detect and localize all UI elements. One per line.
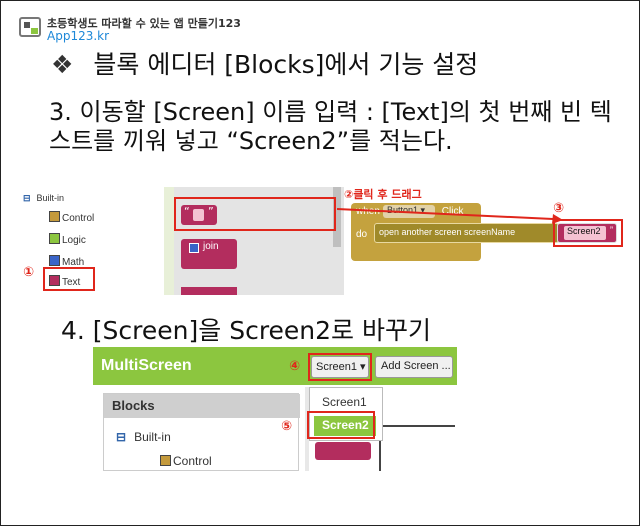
screen2-highlight-box: [553, 219, 623, 247]
slide: 초등학생도 따라할 수 있는 앱 만들기123 App123.kr ❖ 블록 에…: [0, 0, 640, 526]
tree-root-builtin[interactable]: ⊟ Built-in: [23, 193, 64, 204]
gear-icon: [189, 243, 199, 253]
control-swatch-icon: [49, 211, 60, 222]
blocks-editor-screenshot: ⊟Built-in Control Logic Math Text ① “ ”: [19, 187, 624, 295]
math-swatch-icon: [49, 255, 60, 266]
marker-1: ①: [23, 265, 35, 280]
marker-4: ④: [289, 359, 301, 374]
tree-item-control[interactable]: Control: [160, 454, 212, 468]
screen-selector-screenshot: MultiScreen ④ Screen1 ▾ Add Screen ... B…: [93, 347, 457, 471]
blocks-tree: ⊟ Built-in Control Logic Math Text ①: [19, 187, 164, 295]
screen2-option-highlight: [307, 411, 375, 439]
logo-icon: [19, 17, 41, 37]
add-screen-button[interactable]: Add Screen ...: [375, 356, 453, 378]
screen-select-highlight: [308, 353, 372, 381]
blocks-panel: Blocks ⊟ Built-in Control: [103, 393, 300, 471]
collapse-icon[interactable]: ⊟: [23, 193, 31, 203]
drag-instruction-label: ②클릭 후 드래그: [344, 188, 422, 201]
panel-divider: [164, 187, 174, 295]
project-name: MultiScreen: [101, 357, 192, 374]
text-highlight-box: [43, 267, 95, 291]
step4-instruction: 4. [Screen]을 Screen2로 바꾸기: [61, 316, 432, 345]
tree-item-control[interactable]: Control: [49, 211, 94, 224]
marker-5: ⑤: [281, 419, 293, 434]
marker-3: ③: [553, 201, 565, 216]
tree-root-builtin[interactable]: ⊟ Built-in: [116, 430, 171, 444]
diamond-bullet-icon: ❖: [51, 50, 74, 79]
blocks-panel-title: Blocks: [104, 394, 300, 418]
collapse-icon[interactable]: ⊟: [116, 430, 126, 444]
heading-text: 블록 에디터 [Blocks]에서 기능 설정: [93, 50, 479, 79]
text-block-partial: [315, 442, 371, 460]
slide-heading: ❖ 블록 에디터 [Blocks]에서 기능 설정: [51, 45, 478, 81]
partial-text-block: [181, 287, 237, 295]
control-swatch-icon: [160, 455, 171, 466]
blocks-workspace[interactable]: [379, 425, 455, 471]
logo-subtitle: App123.kr: [47, 29, 110, 43]
logic-swatch-icon: [49, 233, 60, 244]
step3-instruction: 3. 이동할 [Screen] 이름 입력 : [Text]의 첫 번째 빈 텍…: [49, 98, 612, 155]
dropdown-option-screen1[interactable]: Screen1: [322, 395, 367, 409]
join-block[interactable]: join: [181, 239, 237, 269]
drag-arrow-icon: [336, 208, 563, 224]
tree-item-logic[interactable]: Logic: [49, 233, 86, 246]
open-another-screen-block[interactable]: open another screen screenName: [374, 223, 559, 243]
drag-source-highlight: [174, 197, 336, 231]
